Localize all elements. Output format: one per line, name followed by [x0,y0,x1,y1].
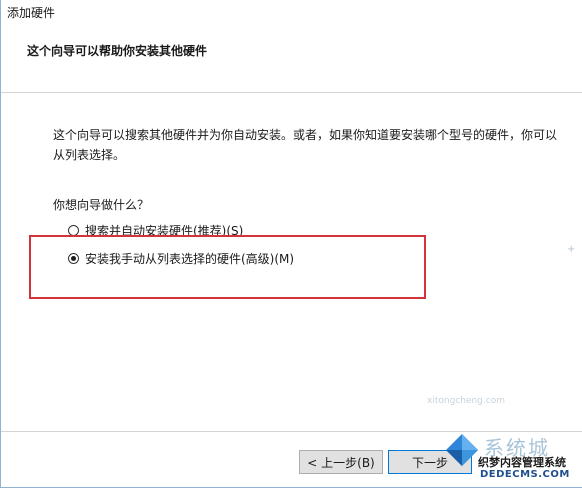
red-highlight-box [29,235,426,299]
watermark-cn-text: 织梦内容管理系统 [478,456,566,469]
wizard-question: 你想向导做什么？ [53,198,150,212]
add-hardware-window: 添加硬件 这个向导可以帮助你安装其他硬件 这个向导可以搜索其他硬件并为你自动安装… [0,0,582,488]
watermark-en-text: DEDECMS.COM [480,469,570,480]
watermark-small-text: xitongcheng.com [427,396,505,406]
watermark-logo-icon [446,434,478,466]
wizard-description: 这个向导可以搜索其他硬件并为你自动安装。或者，如果你知道要安装哪个型号的硬件，你… [53,128,558,162]
title-bar: 添加硬件 [1,0,582,22]
back-button[interactable]: < 上一步(B) [299,450,383,474]
window-title: 添加硬件 [7,6,56,20]
wizard-header-title: 这个向导可以帮助你安装其他硬件 [27,44,208,58]
wizard-content: 这个向导可以搜索其他硬件并为你自动安装。或者，如果你知道要安装哪个型号的硬件，你… [1,93,582,431]
watermark: 系统城 织梦内容管理系统 DEDECMS.COM [428,426,578,488]
wizard-header: 这个向导可以帮助你安装其他硬件 [1,22,582,92]
edge-mark: + [567,244,576,255]
